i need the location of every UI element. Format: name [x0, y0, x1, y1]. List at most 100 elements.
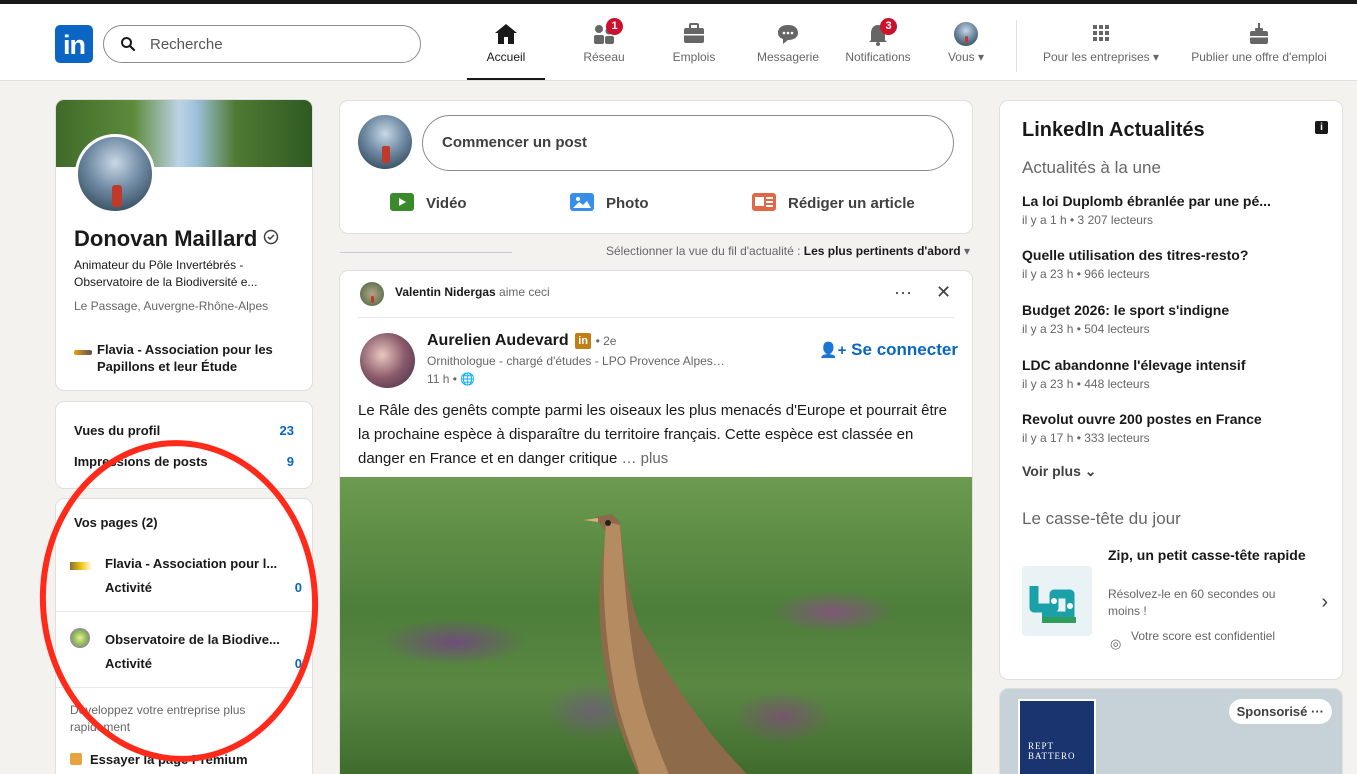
nav-network-label: Réseau [583, 50, 625, 64]
nav-business[interactable]: Pour les entreprises ▾ [1027, 14, 1175, 78]
nav-jobs[interactable]: Emplois [662, 14, 726, 78]
nav-home[interactable]: Accueil [467, 14, 545, 80]
profile-avatar[interactable] [75, 134, 155, 214]
stat-post-impressions[interactable]: Impressions de posts 9 [74, 454, 294, 469]
notifications-badge: 3 [880, 18, 897, 35]
more-options-icon[interactable]: ··· [894, 282, 912, 303]
feed-sort-selector[interactable]: Sélectionner la vue du fil d'actualité :… [340, 244, 972, 262]
author-avatar[interactable] [360, 333, 415, 388]
grid-icon [1093, 25, 1109, 41]
nav-avatar [954, 22, 978, 46]
author-headline: Ornithologue - chargé d'études - LPO Pro… [427, 354, 727, 368]
article-icon [752, 193, 776, 211]
feed-post: Valentin Nidergas aime ceci ··· ✕ Aureli… [340, 271, 972, 774]
premium-link[interactable]: Essayer la page Premium [70, 752, 248, 767]
write-article-label: Rédiger un article [788, 195, 915, 212]
news-subtitle: Actualités à la une [1022, 158, 1161, 177]
nav-business-label: Pour les entreprises ▾ [1042, 50, 1160, 64]
video-button[interactable]: Vidéo [390, 193, 467, 212]
premium-link-label: Essayer la page Premium [90, 752, 248, 767]
photo-label: Photo [606, 195, 649, 212]
news-item[interactable]: Quelle utilisation des titres-resto? il … [1022, 247, 1322, 281]
message-icon [778, 25, 798, 44]
social-actor-name[interactable]: Valentin Nidergas [395, 285, 496, 299]
page-activity-count: 0 [294, 580, 302, 595]
network-badge: 1 [606, 18, 623, 35]
flavia-logo-icon [70, 562, 92, 570]
news-item[interactable]: Budget 2026: le sport s'indigne il y a 2… [1022, 302, 1322, 336]
connection-degree: • 2e [595, 334, 617, 348]
org-logo-icon [74, 350, 92, 355]
nav-post-job[interactable]: Publier une offre d'emploi [1176, 14, 1342, 78]
social-context: Valentin Nidergas aime ceci [395, 285, 550, 299]
social-actor-avatar[interactable] [360, 282, 384, 306]
network-icon: 1 [591, 18, 623, 46]
news-title: LinkedIn Actualités [1022, 119, 1205, 141]
see-more-news-button[interactable]: Voir plus ⌄ [1022, 463, 1096, 480]
sponsored-label[interactable]: Sponsorisé ··· [1228, 699, 1332, 724]
post-composer: Commencer un post Vidéo Photo Rédiger un… [340, 101, 972, 233]
profile-card: Donovan Maillard Animateur du Pôle Inver… [56, 100, 312, 390]
ad-logo[interactable]: REPT BATTERO [1018, 699, 1096, 774]
nav-jobs-label: Emplois [672, 50, 716, 64]
news-headline: Revolut ouvre 200 postes en France [1022, 411, 1262, 427]
zip-game-title[interactable]: Zip, un petit casse-tête rapide [1108, 546, 1308, 565]
feed-sort-text: Sélectionner la vue du fil d'actualité :… [606, 244, 970, 258]
chevron-right-icon[interactable]: › [1321, 591, 1328, 614]
author-name[interactable]: Aurelien Audevard in • 2e [427, 332, 616, 350]
puzzle-title: Le casse-tête du jour [1022, 509, 1181, 528]
page-activity-label: Activité [105, 580, 152, 595]
profile-stats-card: Vues du profil 23 Impressions de posts 9 [56, 402, 312, 488]
nav-me[interactable]: Vous ▾ [938, 14, 994, 78]
news-item[interactable]: Revolut ouvre 200 postes en France il y … [1022, 411, 1322, 445]
write-article-button[interactable]: Rédiger un article [752, 193, 915, 212]
nav-post-job-label: Publier une offre d'emploi [1191, 50, 1327, 64]
nav-network[interactable]: 1 Réseau [568, 14, 640, 78]
nav-me-label: Vous ▾ [947, 50, 985, 64]
zip-score-privacy: Votre score est confidentiel [1131, 629, 1276, 643]
news-item[interactable]: La loi Duplomb ébranlée par une pé... il… [1022, 193, 1322, 227]
zip-game-icon[interactable] [1022, 566, 1092, 636]
news-headline: Quelle utilisation des titres-resto? [1022, 247, 1249, 263]
verified-icon [264, 229, 279, 245]
bell-icon: 3 [865, 18, 897, 46]
divider [56, 611, 312, 612]
close-icon[interactable]: ✕ [936, 282, 951, 303]
page-activity-label: Activité [105, 656, 152, 671]
profile-name-text: Donovan Maillard [74, 226, 258, 251]
start-post-label: Commencer un post [442, 134, 588, 151]
post-image[interactable] [340, 477, 972, 774]
profile-name[interactable]: Donovan Maillard [74, 226, 279, 252]
connect-button[interactable]: 👤+ Se connecter [819, 340, 958, 360]
news-item[interactable]: LDC abandonne l'élevage intensif il y a … [1022, 357, 1322, 391]
feed-sort-label: Sélectionner la vue du fil d'actualité : [606, 244, 804, 258]
start-post-button[interactable]: Commencer un post [422, 115, 954, 171]
see-more-link[interactable]: … plus [622, 450, 669, 467]
search-input[interactable]: Recherche [103, 25, 421, 63]
stat-label: Impressions de posts [74, 454, 208, 469]
stat-value: 9 [286, 454, 294, 469]
composer-avatar[interactable] [358, 115, 412, 169]
news-meta: il y a 17 h • 333 lecteurs [1022, 431, 1150, 445]
info-icon[interactable]: i [1315, 121, 1328, 134]
photo-button[interactable]: Photo [570, 193, 649, 212]
author-name-text: Aurelien Audevard [427, 332, 569, 349]
news-meta: il y a 23 h • 966 lecteurs [1022, 267, 1150, 281]
pages-title[interactable]: Vos pages (2) [74, 515, 158, 530]
sponsored-ad-card: REPT BATTERO Sponsorisé ··· [1000, 689, 1342, 774]
divider [358, 317, 954, 318]
premium-promo-text: Développez votre entreprise plus rapidem… [70, 703, 246, 734]
linkedin-logo[interactable]: in [55, 25, 93, 63]
nav-notifications[interactable]: 3 Notifications [835, 14, 921, 78]
top-navbar: in Recherche Accueil 1 Réseau Emplois Me… [0, 0, 1357, 81]
stat-profile-views[interactable]: Vues du profil 23 [74, 423, 294, 438]
profile-organization[interactable]: Flavia - Association pour les Papillons … [97, 341, 307, 375]
premium-badge-icon: in [575, 333, 592, 349]
chevron-down-icon: ⌄ [1084, 463, 1097, 479]
page-activity-count: 0 [294, 656, 302, 671]
feed-sort-value: Les plus pertinents d'abord [803, 244, 961, 258]
feed-sort-divider [340, 252, 512, 253]
nav-messaging[interactable]: Messagerie [747, 14, 829, 78]
news-headline: LDC abandonne l'élevage intensif [1022, 357, 1246, 373]
post-job-icon [1250, 23, 1268, 44]
